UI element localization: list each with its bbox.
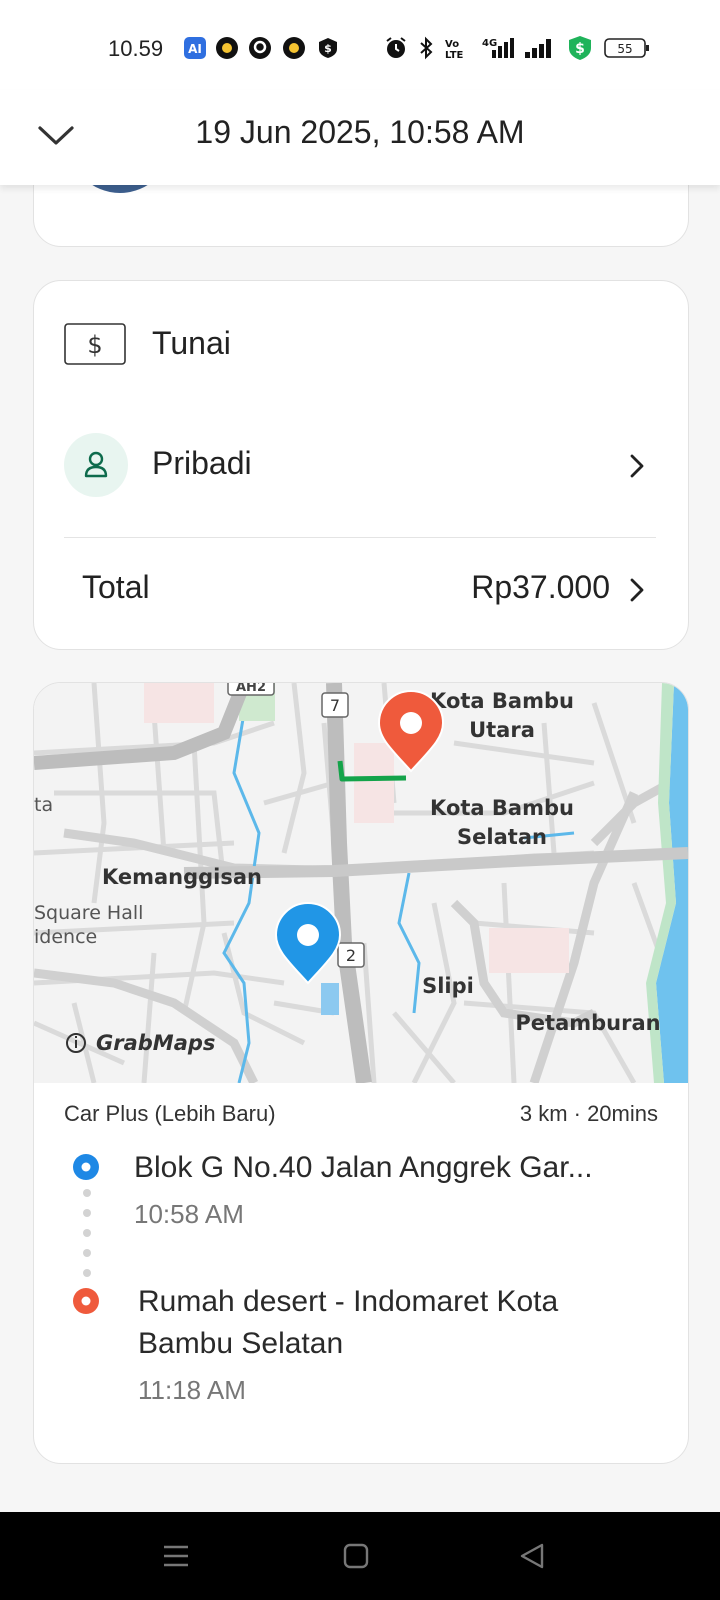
dropoff-address-line2: Bambu Selatan	[138, 1327, 344, 1360]
svg-text:LTE: LTE	[445, 50, 464, 60]
distance-duration: 3 km · 20mins	[519, 1101, 658, 1126]
dropoff-address-line1: Rumah desert - Indomaret Kota	[138, 1285, 559, 1318]
green-shield-dollar-icon: $	[566, 34, 594, 62]
total-row[interactable]: Total Rp37.000	[34, 551, 688, 627]
cash-icon: $	[64, 323, 126, 365]
total-label: Total	[82, 569, 150, 605]
map-attribution: GrabMaps	[96, 1031, 215, 1055]
svg-text:2: 2	[346, 946, 356, 965]
page-title: 19 Jun 2025, 10:58 AM	[195, 114, 525, 150]
person-icon	[64, 433, 128, 497]
status-time: 10.59	[108, 36, 164, 61]
map-label-square-hall-2: idence	[34, 926, 97, 948]
grab-food-icon	[215, 36, 239, 60]
menu-icon[interactable]	[162, 1542, 190, 1570]
svg-text:$: $	[324, 42, 332, 55]
profile-row[interactable]: Pribadi	[34, 431, 688, 501]
status-bar: 10.59 AI $ Vo LTE 4G $ 55	[0, 0, 720, 90]
road-shield: 2	[337, 942, 365, 968]
payment-card: $ Tunai Pribadi Total Rp37.000	[33, 280, 689, 650]
svg-text:AI: AI	[188, 42, 202, 56]
bluetooth-icon	[414, 36, 438, 60]
road-shield: AH2	[227, 683, 275, 696]
shield-dollar-icon: $	[316, 36, 340, 60]
system-nav-bar	[0, 1512, 720, 1600]
header: 19 Jun 2025, 10:58 AM	[0, 90, 720, 185]
chevron-right-icon	[624, 453, 650, 479]
svg-text:4G: 4G	[482, 38, 497, 49]
map-label-kota-bambu-utara-2: Utara	[469, 718, 535, 742]
map-label-petamburan: Petamburan	[515, 1011, 660, 1035]
pickup-time: 10:58 AM	[134, 1199, 244, 1229]
svg-text:7: 7	[330, 696, 340, 715]
signal-icon: 4G	[482, 36, 518, 60]
map-label-kota-bambu-selatan-1: Kota Bambu	[430, 796, 574, 820]
back-triangle-icon[interactable]	[518, 1542, 546, 1570]
map-label-kota-bambu-utara-1: Kota Bambu	[430, 689, 574, 713]
svg-text:$: $	[87, 331, 102, 359]
profile-label: Pribadi	[152, 445, 252, 481]
svg-text:55: 55	[617, 42, 632, 56]
grab-food-icon	[282, 36, 306, 60]
map-label-ta: ta	[34, 794, 53, 816]
total-value: Rp37.000	[471, 569, 610, 605]
route-map[interactable]: AH2 7 2 Kota Bambu Utara Kota Bambu Sela…	[34, 683, 688, 1086]
svg-text:AH2: AH2	[236, 683, 266, 695]
svg-text:$: $	[575, 41, 585, 57]
map-label-kota-bambu-selatan-2: Selatan	[457, 825, 547, 849]
map-label-slipi: Slipi	[422, 974, 474, 998]
divider	[64, 537, 656, 538]
map-label-kemanggisan: Kemanggisan	[102, 865, 262, 889]
map-label-square-hall-1: Square Hall	[34, 902, 143, 924]
chevron-right-icon	[624, 577, 650, 603]
svg-text:Vo: Vo	[445, 39, 459, 50]
payment-method-label: Tunai	[152, 325, 231, 361]
volte-icon: Vo LTE	[443, 36, 473, 61]
pickup-address: Blok G No.40 Jalan Anggrek Gar...	[134, 1151, 593, 1184]
road-shield: 7	[321, 692, 349, 718]
pickup-dot-icon	[72, 1153, 100, 1181]
signal-icon	[523, 36, 557, 60]
service-type: Car Plus (Lebih Baru)	[64, 1101, 276, 1126]
trip-card: AH2 7 2 Kota Bambu Utara Kota Bambu Sela…	[33, 682, 689, 1464]
ai-icon: AI	[183, 36, 207, 60]
home-square-icon[interactable]	[342, 1542, 370, 1570]
gojek-icon	[248, 36, 272, 60]
battery-icon: 55	[604, 36, 650, 60]
alarm-icon	[384, 36, 408, 60]
dropoff-time: 11:18 AM	[138, 1375, 246, 1405]
dropoff-dot-icon	[72, 1287, 100, 1315]
route-dots	[82, 1188, 92, 1288]
